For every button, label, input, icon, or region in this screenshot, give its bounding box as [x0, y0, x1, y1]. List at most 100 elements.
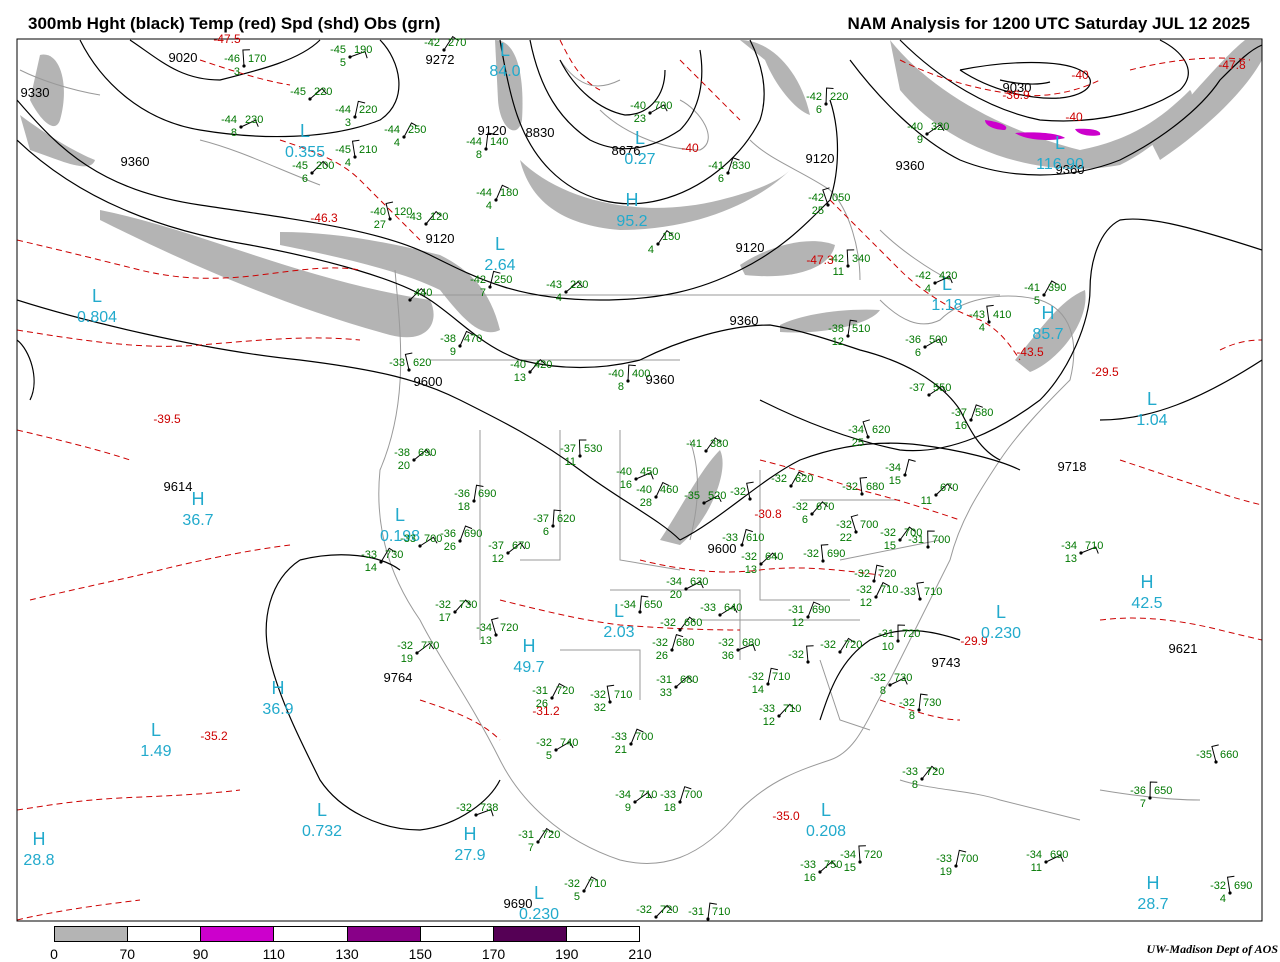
obs-dewpoint: 15	[884, 540, 896, 552]
center-value: 85.7	[1032, 326, 1063, 343]
obs-temp: -33	[611, 731, 627, 743]
temp-label: -43.5	[1016, 345, 1044, 359]
wind-barb	[862, 419, 870, 438]
temp-label: -46.3	[310, 211, 338, 225]
center-value: 28.8	[23, 852, 54, 869]
center-value: 42.5	[1131, 595, 1162, 612]
station-obs: -45 190 5	[330, 44, 372, 69]
obs-temp: -36	[905, 334, 921, 346]
obs-dewpoint: 18	[458, 501, 470, 513]
obs-height: 690	[464, 528, 482, 540]
obs-height: 750	[824, 859, 842, 871]
station-obs: -32 740 5	[536, 737, 578, 762]
obs-dewpoint: 8	[476, 149, 482, 161]
obs-height: 710	[588, 878, 606, 890]
obs-dewpoint: 8	[912, 779, 918, 791]
obs-temp: -37	[488, 540, 504, 552]
center-value: 0.230	[519, 906, 559, 923]
station-obs: -32 660	[660, 616, 702, 632]
obs-temp: -38	[440, 333, 456, 345]
obs-temp: -32	[870, 672, 886, 684]
station-obs: -36 690 18	[454, 484, 496, 513]
obs-dewpoint: 33	[660, 687, 672, 699]
obs-temp: -43	[406, 211, 422, 223]
obs-dewpoint: 12	[492, 553, 504, 565]
station-obs: -43 120	[406, 210, 448, 226]
station-obs: -38 510 12	[828, 319, 870, 348]
station-obs: -32 720	[854, 564, 896, 583]
station-obs: -44 250 4	[384, 122, 426, 149]
obs-temp: -37	[951, 407, 967, 419]
station-obs: -45 220	[290, 86, 332, 101]
center-letter: L	[500, 40, 510, 60]
center-letter: H	[1042, 303, 1055, 323]
station-obs: -32 730 17	[435, 599, 477, 624]
obs-temp: -32	[842, 481, 858, 493]
obs-temp: -32	[435, 599, 451, 611]
obs-temp: -42	[424, 37, 440, 49]
center-letter: L	[395, 505, 405, 525]
colorbar-seg-70-90	[128, 927, 202, 941]
station-obs: -32 710 32	[590, 684, 632, 714]
center-letter: L	[92, 286, 102, 306]
station-obs: -45 210 4	[335, 139, 377, 169]
obs-dewpoint: 8	[880, 685, 886, 697]
height-label: 9120	[736, 240, 765, 255]
obs-temp: -37	[560, 443, 576, 455]
obs-height: 320	[931, 121, 949, 133]
obs-height: 720	[660, 904, 678, 916]
obs-height: 680	[866, 481, 884, 493]
obs-dewpoint: 7	[480, 287, 486, 299]
obs-temp: -36	[1130, 785, 1146, 797]
station-obs: -40 400 8	[608, 364, 650, 393]
wind-barb	[806, 645, 814, 663]
station-obs: -38 470 9	[440, 330, 482, 358]
station-obs: -33 710	[900, 581, 942, 601]
obs-height: 340	[852, 253, 870, 265]
station-obs: -31 700	[908, 530, 950, 549]
obs-temp: -33	[400, 533, 416, 545]
station-obs: -32 640 13	[741, 551, 783, 576]
obs-height: 650	[644, 599, 662, 611]
obs-temp: -33	[800, 859, 816, 871]
obs-temp: -32	[748, 671, 764, 683]
height-label: 9743	[932, 655, 961, 670]
colorbar-seg-190-210	[566, 927, 639, 941]
station-obs: -40 700 23	[630, 100, 672, 125]
obs-temp: -45	[330, 44, 346, 56]
obs-height: 690	[418, 447, 436, 459]
colorbar-seg-150-170	[420, 927, 494, 941]
station-obs: -37 670 12	[488, 540, 530, 565]
obs-height: 640	[765, 551, 783, 563]
center-marker: L 0.208	[806, 800, 846, 840]
obs-height: 420	[534, 359, 552, 371]
obs-temp: -40	[510, 359, 526, 371]
height-label: 9120	[426, 231, 455, 246]
obs-height: 730	[385, 549, 403, 561]
obs-temp: -38	[828, 323, 844, 335]
colorbar-seg-170-190	[493, 927, 567, 941]
obs-dewpoint: 4	[556, 292, 562, 304]
obs-dewpoint: 8	[618, 381, 624, 393]
obs-dewpoint: 22	[840, 532, 852, 544]
center-letter: L	[495, 234, 505, 254]
station-obs: -32 700 22	[836, 514, 878, 544]
center-marker: H 42.5	[1131, 572, 1162, 612]
obs-temp: -33	[700, 602, 716, 614]
height-label: 9120	[806, 151, 835, 166]
obs-height: 700	[932, 534, 950, 546]
obs-height: 220	[314, 86, 332, 98]
station-obs: -32 738	[456, 802, 498, 817]
obs-temp: -34	[1026, 849, 1042, 861]
station-obs: -41 380	[686, 437, 728, 453]
obs-temp: -32	[397, 640, 413, 652]
station-obs: -3415	[885, 458, 916, 487]
obs-height: 220	[830, 91, 848, 103]
station-obs: -32 710 14	[748, 667, 790, 696]
obs-height: 690	[812, 604, 830, 616]
station-obs: -32	[730, 481, 754, 501]
obs-height: 410	[993, 309, 1011, 321]
obs-dewpoint: 6	[915, 347, 921, 359]
center-value: 1.04	[1136, 412, 1167, 429]
obs-height: 210	[359, 144, 377, 156]
